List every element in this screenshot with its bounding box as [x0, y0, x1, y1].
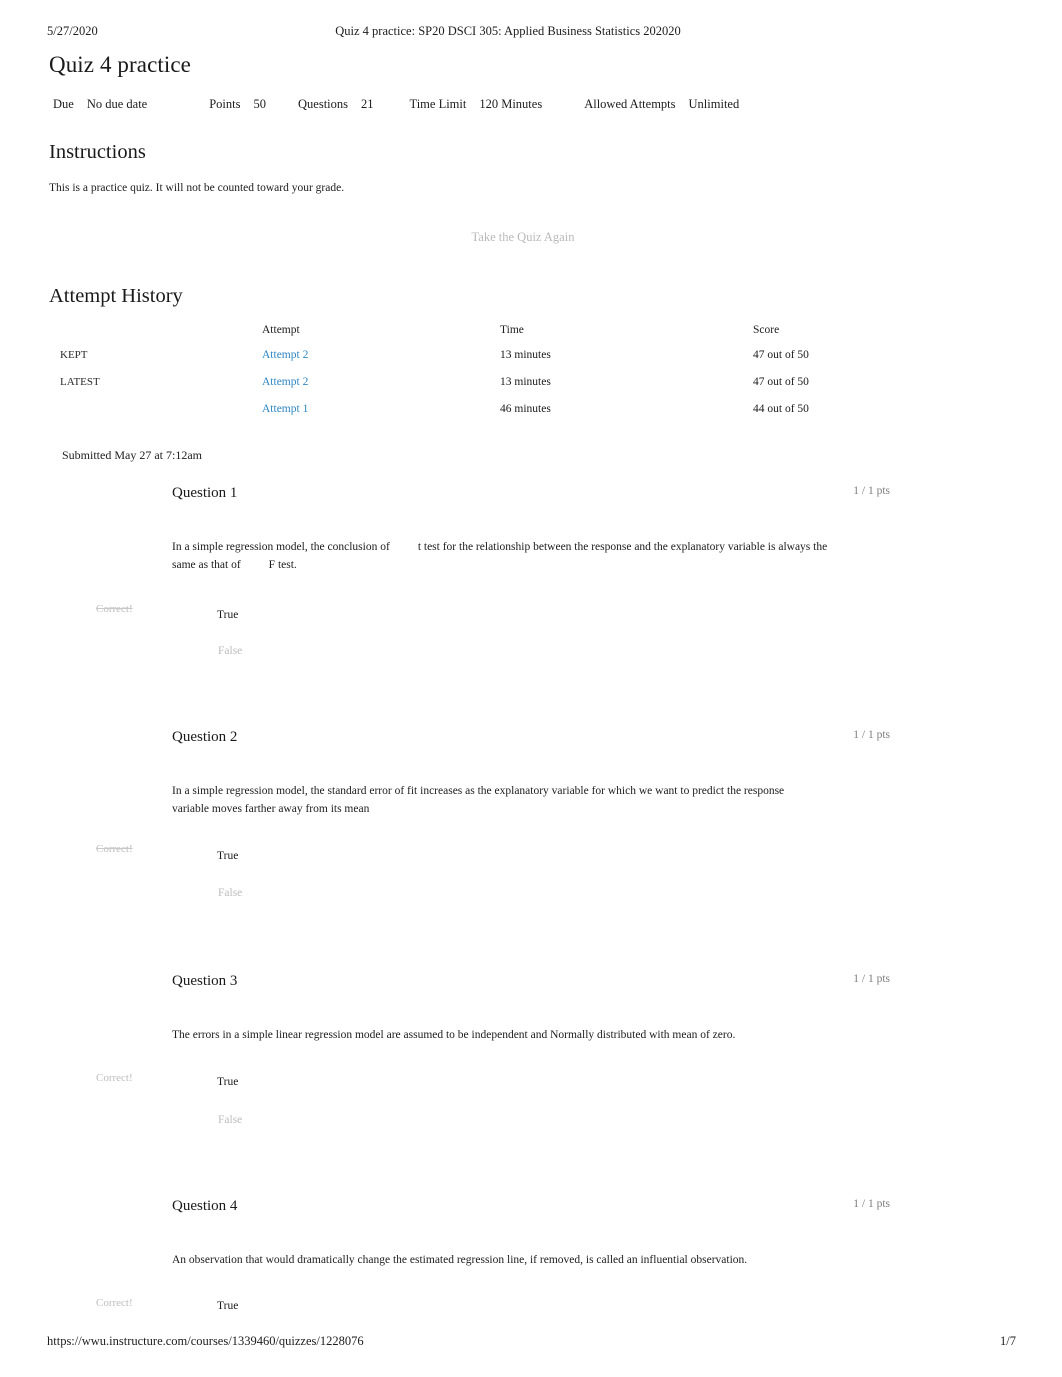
- meta-questions: Questions 21: [298, 97, 374, 112]
- meta-time-limit: Time Limit 120 Minutes: [410, 97, 543, 112]
- meta-due-value: No due date: [86, 97, 148, 111]
- meta-allowed-attempts-value: Unlimited: [688, 97, 740, 111]
- meta-questions-label: Questions: [298, 97, 348, 111]
- question-text: The errors in a simple linear regression…: [172, 1026, 872, 1044]
- table-row: Attempt 1 46 minutes 44 out of 50: [60, 396, 900, 423]
- attempt-link[interactable]: Attempt 2: [262, 376, 308, 388]
- print-footer: https://wwu.instructure.com/courses/1339…: [0, 1334, 1062, 1352]
- quiz-meta-row: Due No due date Points 50 Questions 21 Time Li…: [53, 97, 739, 112]
- question-text-part1: In a simple regression model, the conclu…: [172, 541, 390, 553]
- meta-points-value: 50: [253, 97, 267, 111]
- answer-option-true[interactable]: True: [217, 1300, 238, 1312]
- attempt-time: 46 minutes: [500, 403, 551, 415]
- question-label: Question 3: [172, 973, 238, 989]
- attempt-score: 47 out of 50: [753, 376, 809, 388]
- question-text: In a simple regression model, the standa…: [172, 782, 802, 818]
- print-footer-url: https://wwu.instructure.com/courses/1339…: [47, 1334, 364, 1348]
- question-label: Question 2: [172, 729, 238, 745]
- meta-due: Due No due date: [53, 97, 147, 112]
- attempt-link[interactable]: Attempt 2: [262, 349, 308, 361]
- table-row: KEPT Attempt 2 13 minutes 47 out of 50: [60, 342, 900, 369]
- question-points: 1 / 1 pts: [853, 973, 890, 985]
- question-text: An observation that would dramatically c…: [172, 1251, 872, 1269]
- meta-points-label: Points: [209, 97, 241, 111]
- table-row: LATEST Attempt 2 13 minutes 47 out of 50: [60, 369, 900, 396]
- instructions-heading: Instructions: [49, 141, 146, 163]
- attempt-flag: KEPT: [60, 349, 88, 361]
- attempt-time: 13 minutes: [500, 349, 551, 361]
- answer-option-false[interactable]: False: [218, 645, 242, 657]
- attempt-score: 47 out of 50: [753, 349, 809, 361]
- question-points: 1 / 1 pts: [853, 485, 890, 497]
- answer-status-correct: Correct!: [96, 843, 133, 855]
- attempt-flag: [60, 396, 262, 423]
- print-footer-page-number: 1/7: [1000, 1334, 1016, 1348]
- meta-allowed-attempts: Allowed Attempts Unlimited: [584, 97, 739, 112]
- attempt-history-heading: Attempt History: [49, 285, 183, 307]
- question-points: 1 / 1 pts: [853, 1198, 890, 1210]
- question-text-part3: F test.: [268, 559, 297, 571]
- answer-option-false[interactable]: False: [218, 1114, 242, 1126]
- answer-option-true[interactable]: True: [217, 850, 238, 862]
- column-header-flag: [60, 318, 262, 342]
- meta-time-limit-label: Time Limit: [409, 97, 467, 111]
- column-header-time: Time: [500, 324, 524, 336]
- answer-status-correct: Correct!: [96, 1072, 133, 1084]
- submitted-timestamp: Submitted May 27 at 7:12am: [62, 448, 202, 462]
- question-text-part1: An observation that would dramatically c…: [172, 1254, 748, 1266]
- answer-option-true[interactable]: True: [217, 609, 238, 621]
- print-header: 5/27/2020 Quiz 4 practice: SP20 DSCI 305…: [0, 24, 1062, 42]
- question-text-part1: The errors in a simple linear regression…: [172, 1029, 736, 1041]
- attempt-time: 13 minutes: [500, 376, 551, 388]
- meta-due-label: Due: [53, 97, 74, 111]
- question-text-part1: In a simple regression model, the standa…: [172, 785, 785, 815]
- column-header-attempt: Attempt: [262, 324, 300, 336]
- question-points: 1 / 1 pts: [853, 729, 890, 741]
- attempt-flag: LATEST: [60, 376, 100, 388]
- column-header-score: Score: [753, 324, 780, 336]
- attempt-history-table: Attempt Time Score KEPT Attempt 2 13 min…: [60, 318, 900, 423]
- instructions-body: This is a practice quiz. It will not be …: [49, 182, 345, 194]
- question-label: Question 4: [172, 1198, 238, 1214]
- meta-time-limit-value: 120 Minutes: [479, 97, 543, 111]
- answer-option-false[interactable]: False: [218, 887, 242, 899]
- question-label: Question 1: [172, 485, 238, 501]
- meta-points: Points 50: [209, 97, 266, 112]
- page-title: Quiz 4 practice: [49, 52, 191, 77]
- question-text: In a simple regression model, the conclu…: [172, 538, 852, 574]
- meta-allowed-attempts-label: Allowed Attempts: [584, 97, 676, 111]
- attempt-link[interactable]: Attempt 1: [262, 403, 308, 415]
- answer-status-correct: Correct!: [96, 1297, 133, 1309]
- take-quiz-again-button[interactable]: Take the Quiz Again: [0, 230, 1062, 245]
- attempt-history-header-row: Attempt Time Score: [60, 318, 900, 342]
- attempt-score: 44 out of 50: [753, 403, 809, 415]
- answer-status-correct: Correct!: [96, 603, 133, 615]
- print-document-title: Quiz 4 practice: SP20 DSCI 305: Applied …: [335, 24, 681, 38]
- answer-option-true[interactable]: True: [217, 1076, 238, 1088]
- meta-questions-value: 21: [361, 97, 374, 111]
